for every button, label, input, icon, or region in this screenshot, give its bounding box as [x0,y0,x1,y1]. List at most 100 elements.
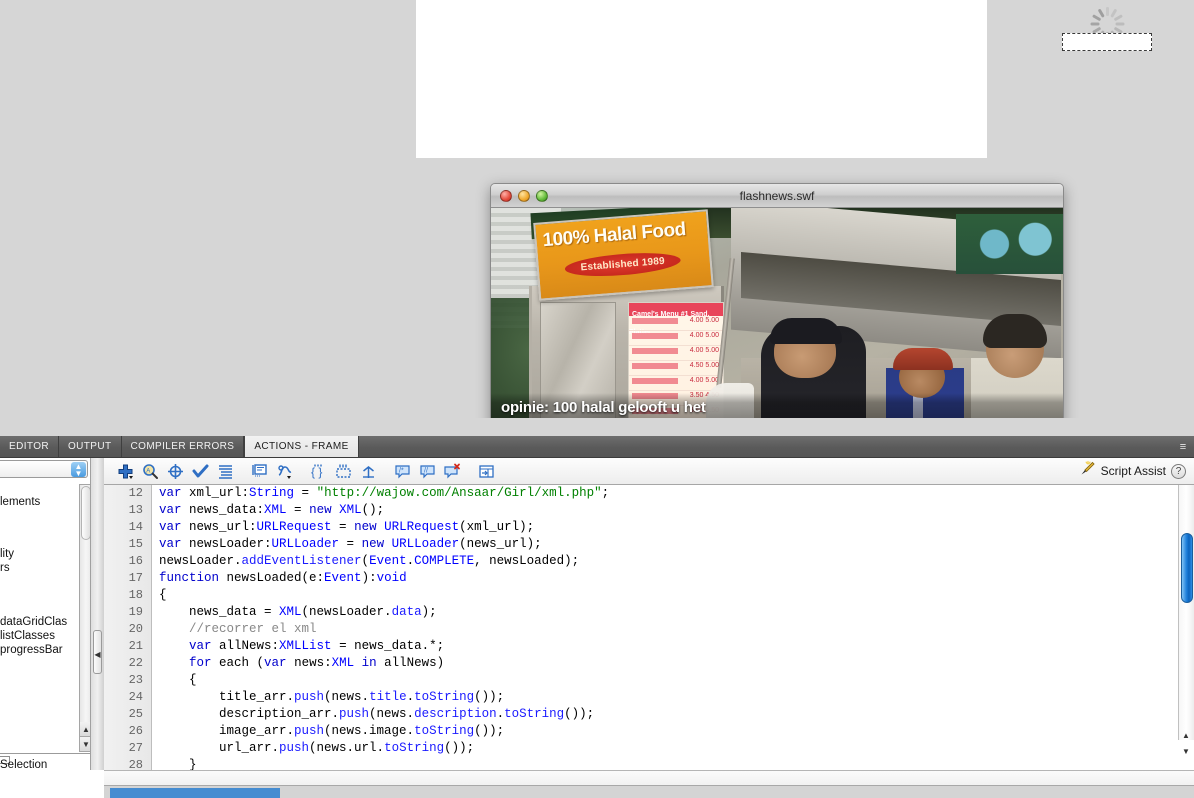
panel-splitter[interactable]: ◀ [90,458,104,798]
line-number: 14 [128,520,143,534]
list-item[interactable]: lements [0,496,86,508]
panel-menu-icon[interactable]: ≡ [1176,440,1190,454]
tab-editor[interactable]: EDITOR [0,436,59,457]
remove-comment-icon[interactable] [440,459,465,484]
collapse-selection-icon[interactable] [331,459,356,484]
code-line[interactable]: image_arr.push(news.image.toString()); [153,723,1160,740]
code-line[interactable]: var news_data:XML = new XML(); [153,502,1160,519]
code-token: var [159,486,190,500]
code-token: push [294,690,325,704]
tab-compiler-errors[interactable]: COMPILER ERRORS [122,436,245,457]
line-number: 19 [128,605,143,619]
scroll-down-icon[interactable]: ▼ [1178,744,1194,760]
code-token: ()); [564,707,595,721]
insert-target-path-icon[interactable] [163,459,188,484]
code-line[interactable]: for each (var news:XML in allNews) [153,655,1160,672]
code-line[interactable]: newsLoader.addEventListener(Event.COMPLE… [153,553,1160,570]
code-line[interactable]: function newsLoaded(e:Event):void [153,570,1160,587]
code-token: ): [361,571,377,585]
code-line[interactable]: var newsLoader:URLLoader = new URLLoader… [153,536,1160,553]
code-token: , newsLoaded); [474,554,580,568]
code-line[interactable]: var allNews:XMLList = news_data.*; [153,638,1160,655]
content-placeholder-box [1062,33,1152,51]
scroll-up-icon[interactable]: ▲ [1178,728,1194,744]
panel-tab-bar[interactable]: EDITOR OUTPUT COMPILER ERRORS ACTIONS - … [0,436,1194,458]
svg-text:A: A [146,468,150,474]
code-token: ()); [474,724,505,738]
check-syntax-icon[interactable] [188,459,213,484]
code-token: e: [309,571,325,585]
code-line[interactable]: { [153,587,1160,604]
code-token: title_arr. [159,690,295,704]
list-item[interactable]: lity [0,548,86,560]
expand-all-icon[interactable] [356,459,381,484]
apply-block-comment-icon[interactable]: /* [390,459,415,484]
code-line[interactable]: var xml_url:String = "http://wajow.com/A… [153,485,1160,502]
code-token: = [286,503,310,517]
code-line[interactable]: title_arr.push(news.title.toString()); [153,689,1160,706]
chevron-updown-icon[interactable]: ▲ ▼ [71,462,86,478]
line-number: 22 [128,656,143,670]
menu-price: 4.00 5.00 [689,317,719,324]
show-code-hint-icon[interactable] [247,459,272,484]
code-token: ; [601,486,610,500]
code-line[interactable]: description_arr.push(news.description.to… [153,706,1160,723]
list-item[interactable]: listClasses [0,630,86,642]
find-replace-icon[interactable]: A [138,459,163,484]
code-line[interactable]: news_data = XML(newsLoader.data); [153,604,1160,621]
actions-code-editor[interactable]: 12 13 14 15 16 17 18 19 20 21 22 23 24 25 26 27 28 var x… [104,485,1194,772]
code-line[interactable]: var news_url:URLRequest = new URLRequest… [153,519,1160,536]
help-icon[interactable]: ? [1171,463,1186,479]
panel-dropdown[interactable]: ▲ ▼ [0,460,88,478]
tab-actions-frame[interactable]: ACTIONS - FRAME [244,436,359,457]
caption-headline: opinie: 100 halal gelooft u het [501,399,706,416]
debug-options-icon[interactable] [272,459,297,484]
auto-format-icon[interactable] [213,459,238,484]
svg-text:/*: /* [399,467,404,474]
script-assist-label[interactable]: Script Assist [1101,464,1166,478]
tab-output[interactable]: OUTPUT [59,436,122,457]
editor-vertical-scrollbar[interactable] [1178,485,1194,740]
list-item[interactable]: dataGridClas [0,616,86,628]
spinner-blade [1113,14,1123,22]
code-token: URLLoader [391,537,460,551]
list-item[interactable]: progressBar [0,644,86,656]
code-line[interactable]: url_arr.push(news.url.toString()); [153,740,1160,757]
code-token: URLLoader [271,537,340,551]
panel-divider [0,753,90,754]
code-token: (xml_url); [459,520,535,534]
collapse-between-braces-icon[interactable]: { } [306,459,331,484]
code-token: each ( [219,656,265,670]
code-token: (newsLoader. [301,605,392,619]
code-token: push [339,707,370,721]
code-token: { [159,588,167,602]
svg-text://: // [424,467,428,474]
code-line[interactable]: } [153,757,1160,770]
code-line[interactable]: //recorrer el xml [153,621,1160,638]
swf-window-titlebar[interactable]: flashnews.swf [491,184,1063,208]
apply-line-comment-icon[interactable]: // [415,459,440,484]
list-item[interactable]: rs [0,562,86,574]
editor-scroll-arrows[interactable]: ▲ ▼ [1178,728,1194,760]
app-root: flashnews.swf Camel's Menu #1 Sand. Plat… [0,0,1194,798]
line-number: 27 [128,741,143,755]
code-line[interactable]: { [153,672,1160,689]
code-token: String [249,486,295,500]
magic-wand-icon[interactable] [1079,460,1096,482]
panel-item-list[interactable]: lements lity rs dataGridClas listClasses… [0,484,86,752]
actions-toolbar[interactable]: A { } /* // Script Assist ? [104,458,1194,485]
editor-scrollbar-thumb[interactable] [1181,533,1193,603]
show-hide-toolbox-icon[interactable] [474,459,499,484]
collapse-arrow-icon[interactable]: ◀ [93,650,102,659]
add-item-icon[interactable] [113,459,138,484]
code-text-area[interactable]: var xml_url:String = "http://wajow.com/A… [153,485,1160,770]
code-token: = [294,486,317,500]
halal-food-sign: 100% Halal Food Established 1989 [533,209,714,301]
code-token: "http://wajow.com/Ansaar/Girl/xml.php" [316,486,602,500]
code-token: (news_url); [459,537,542,551]
editor-bottom-strip [104,770,1194,798]
code-token: toString [384,741,445,755]
code-token: title [369,690,407,704]
line-number: 25 [128,707,143,721]
